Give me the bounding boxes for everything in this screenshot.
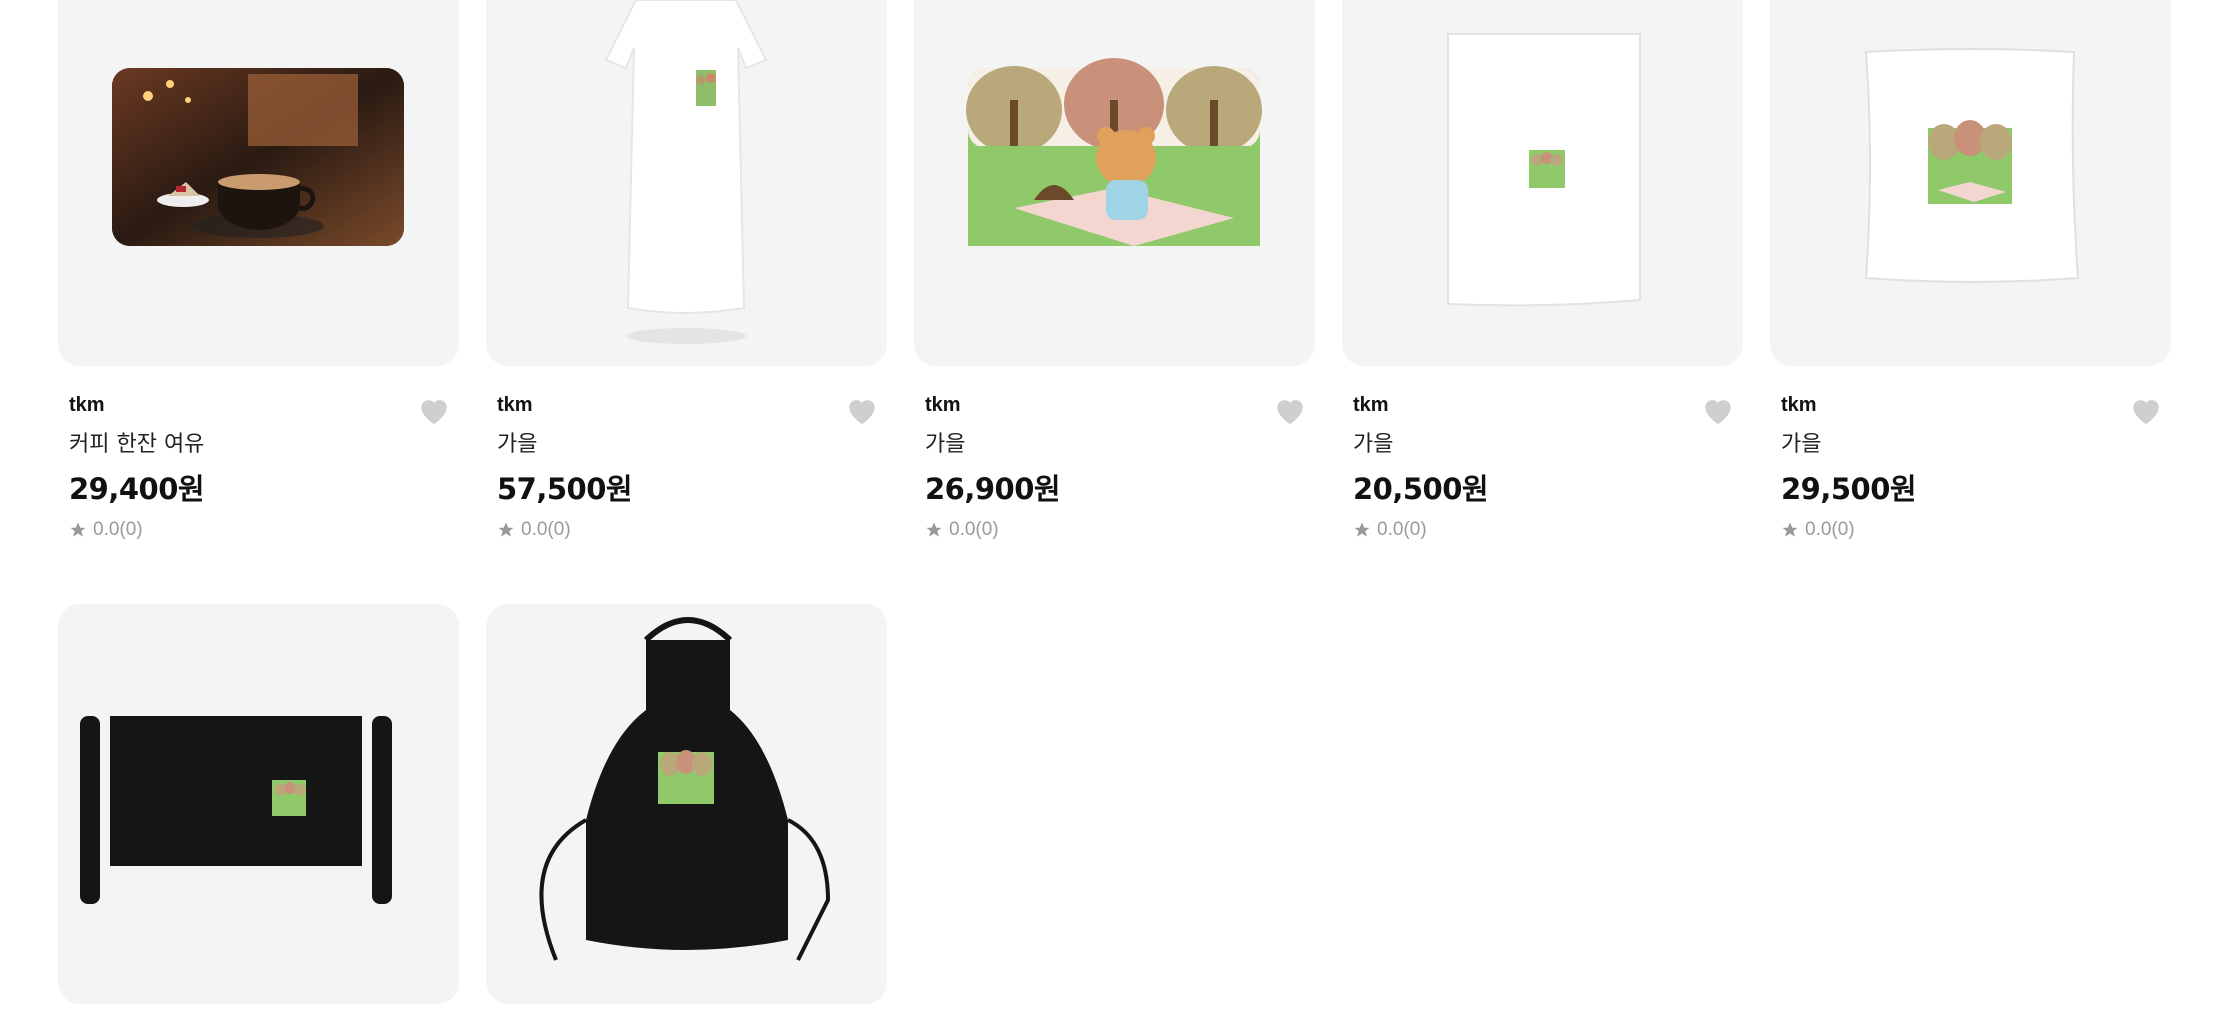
product-title[interactable]: 가을	[925, 431, 1315, 459]
review-count: (0)	[119, 519, 143, 540]
star-icon	[498, 522, 514, 537]
review-count: (0)	[1831, 519, 1855, 540]
review-count: (0)	[1403, 519, 1427, 540]
rating-score: 0.0	[93, 519, 120, 540]
star-icon	[70, 522, 86, 537]
product-card[interactable]	[486, 0, 887, 1004]
product-grid-row-2	[58, 0, 2174, 1004]
product-card[interactable]	[58, 0, 459, 1004]
product-price: 26,900원	[925, 472, 1061, 506]
product-thumbnail[interactable]	[486, 604, 887, 1004]
product-thumbnail[interactable]	[58, 604, 459, 1004]
star-icon	[1782, 522, 1798, 537]
rating-score: 0.0	[1805, 519, 1832, 540]
product-title[interactable]: 가을	[497, 431, 887, 459]
star-icon	[926, 522, 942, 537]
black-waist-apron-icon	[80, 716, 392, 904]
star-icon	[1354, 522, 1370, 537]
review-count: (0)	[547, 519, 571, 540]
product-rating: 0.0 (0)	[69, 519, 459, 541]
product-title[interactable]: 가을	[1353, 431, 1743, 459]
product-price: 20,500원	[1353, 472, 1489, 506]
product-title[interactable]: 커피 한잔 여유	[69, 431, 459, 459]
product-rating: 0.0 (0)	[925, 519, 1315, 541]
product-rating: 0.0 (0)	[497, 519, 887, 541]
review-count: (0)	[975, 519, 999, 540]
rating-score: 0.0	[949, 519, 976, 540]
rating-score: 0.0	[521, 519, 548, 540]
rating-score: 0.0	[1377, 519, 1404, 540]
black-full-apron-icon	[539, 617, 831, 961]
product-rating: 0.0 (0)	[1781, 519, 2171, 541]
product-title[interactable]: 가을	[1781, 431, 2171, 459]
product-price: 29,400원	[69, 472, 205, 506]
product-rating: 0.0 (0)	[1353, 519, 1743, 541]
product-price: 57,500원	[497, 472, 633, 506]
product-price: 29,500원	[1781, 472, 1917, 506]
